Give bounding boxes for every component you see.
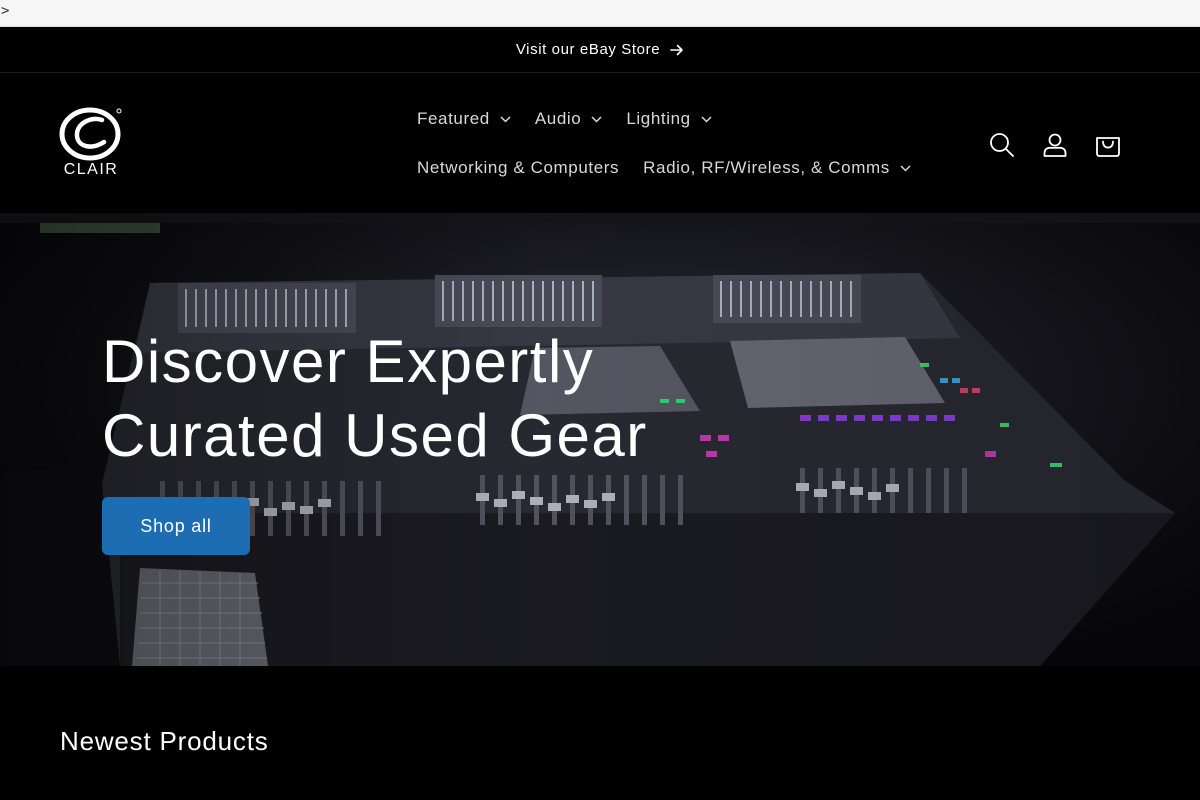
hero-title: Discover Expertly Curated Used Gear <box>102 328 648 469</box>
announcement-bar: Visit our eBay Store <box>0 27 1200 73</box>
clair-logo-mark <box>59 107 122 161</box>
newest-products-title: Newest Products <box>60 726 269 756</box>
nav-radio-label: Radio, RF/Wireless, & Comms <box>643 158 890 177</box>
cart-icon <box>1095 137 1120 157</box>
logo-wordmark: CLAIR <box>63 161 119 178</box>
main-nav-row-2: Networking & Computers Radio, RF/Wireles… <box>405 150 923 186</box>
announcement-text: Visit our eBay Store <box>515 41 661 58</box>
chevron-down-icon <box>500 115 511 123</box>
nav-networking-label: Networking & Computers <box>417 158 620 177</box>
header-icons <box>975 125 1134 165</box>
nav-featured-label: Featured <box>417 109 490 128</box>
nav-lighting[interactable]: Lighting <box>614 101 723 137</box>
nav-audio[interactable]: Audio <box>523 101 614 137</box>
search-icon <box>989 133 1014 157</box>
nav-lighting-label: Lighting <box>626 109 691 128</box>
chevron-down-icon <box>900 164 911 172</box>
clair-logo[interactable]: CLAIR <box>58 107 124 181</box>
hero-banner: Discover Expertly Curated Used Gear Shop… <box>0 213 1200 666</box>
top-strip-glyph: > <box>1 3 10 19</box>
account-button[interactable] <box>1028 125 1081 165</box>
cart-button[interactable] <box>1081 125 1134 165</box>
ebay-store-link[interactable]: Visit our eBay Store <box>516 41 684 58</box>
search-button[interactable] <box>975 125 1028 165</box>
chevron-down-icon <box>591 115 602 123</box>
shop-all-button[interactable]: Shop all <box>102 497 250 555</box>
nav-featured[interactable]: Featured <box>405 101 523 137</box>
main-nav-row-1: Featured Audio Lighting <box>405 101 724 137</box>
nav-audio-label: Audio <box>534 109 582 128</box>
arrow-right-icon <box>670 44 683 55</box>
account-icon <box>1043 133 1066 157</box>
nav-networking-computers[interactable]: Networking & Computers <box>405 150 631 186</box>
site-header: CLAIR Featured Audio Lighting Networking… <box>0 73 1200 213</box>
nav-radio-rf-wireless[interactable]: Radio, RF/Wireless, & Comms <box>631 150 923 186</box>
top-strip: > <box>0 0 1200 27</box>
chevron-down-icon <box>701 115 712 123</box>
